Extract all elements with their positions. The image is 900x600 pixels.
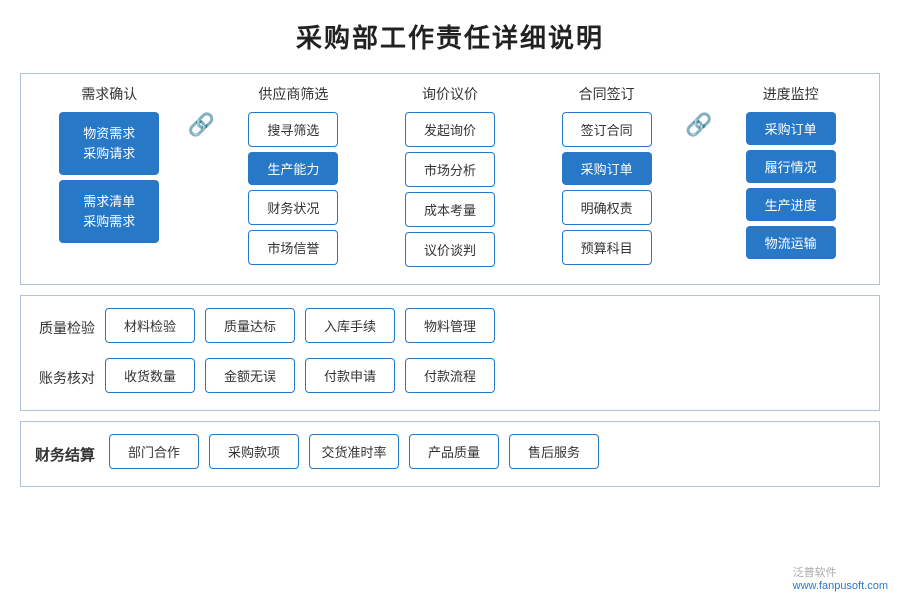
bot-label: 财务结算 [35,444,95,465]
btn-progress-4[interactable]: 物流运输 [746,226,836,259]
connector-2: 🔗 [685,84,712,138]
btn-quality-2[interactable]: 质量达标 [205,308,295,343]
btn-quality-1[interactable]: 材料检验 [105,308,195,343]
btn-account-1[interactable]: 收货数量 [105,358,195,393]
mid-row-account: 账务核对 收货数量 金额无误 付款申请 付款流程 [35,358,865,398]
btn-inquiry-3[interactable]: 成本考量 [405,192,495,227]
btn-quality-4[interactable]: 物料管理 [405,308,495,343]
col-contract-header: 合同签订 [579,84,635,104]
btn-inquiry-4[interactable]: 议价谈判 [405,232,495,267]
btn-progress-2[interactable]: 履行情况 [746,150,836,183]
mid-label-account: 账务核对 [35,368,95,388]
btn-progress-1[interactable]: 采购订单 [746,112,836,145]
mid-label-quality: 质量检验 [35,318,95,338]
btn-bot-3[interactable]: 交货准时率 [309,434,399,469]
mid-buttons-quality: 材料检验 质量达标 入库手续 物料管理 [105,308,495,348]
btn-supplier-1[interactable]: 搜寻筛选 [248,112,338,147]
mid-buttons-account: 收货数量 金额无误 付款申请 付款流程 [105,358,495,398]
btn-inquiry-2[interactable]: 市场分析 [405,152,495,187]
btn-supplier-4[interactable]: 市场信誉 [248,230,338,265]
btn-quality-3[interactable]: 入库手续 [305,308,395,343]
btn-contract-2[interactable]: 采购订单 [562,152,652,185]
bot-row: 财务结算 部门合作 采购款项 交货准时率 产品质量 售后服务 [35,434,865,474]
watermark-text: 泛普软件 [793,567,837,579]
mid-section: 质量检验 材料检验 质量达标 入库手续 物料管理 账务核对 收货数量 金额无误 … [20,295,880,411]
col-inquiry-header: 询价议价 [422,84,478,104]
btn-bot-5[interactable]: 售后服务 [509,434,599,469]
btn-bot-4[interactable]: 产品质量 [409,434,499,469]
btn-bot-2[interactable]: 采购款项 [209,434,299,469]
page-title: 采购部工作责任详细说明 [20,18,880,55]
col-contract: 合同签订 签订合同 采购订单 明确权责 预算科目 [528,84,685,270]
col-supplier-header: 供应商筛选 [258,84,328,104]
btn-contract-4[interactable]: 预算科目 [562,230,652,265]
watermark-site: www.fanpusoft.com [793,580,888,592]
btn-contract-1[interactable]: 签订合同 [562,112,652,147]
bot-section: 财务结算 部门合作 采购款项 交货准时率 产品质量 售后服务 [20,421,880,487]
btn-demand-2[interactable]: 需求清单采购需求 [59,180,159,243]
col-demand-header: 需求确认 [81,84,137,104]
btn-contract-3[interactable]: 明确权责 [562,190,652,225]
col-supplier: 供应商筛选 搜寻筛选 生产能力 财务状况 市场信誉 [215,84,372,270]
top-section: 需求确认 物资需求采购请求 需求清单采购需求 🔗 供应商筛选 搜寻筛选 生产能力… [20,73,880,285]
btn-supplier-2[interactable]: 生产能力 [248,152,338,185]
col-inquiry: 询价议价 发起询价 市场分析 成本考量 议价谈判 [372,84,529,272]
btn-account-2[interactable]: 金额无误 [205,358,295,393]
connector-1: 🔗 [188,84,215,138]
col-demand: 需求确认 物资需求采购请求 需求清单采购需求 [31,84,188,248]
col-progress-header: 进度监控 [763,84,819,104]
btn-progress-3[interactable]: 生产进度 [746,188,836,221]
col-progress: 进度监控 采购订单 履行情况 生产进度 物流运输 [712,84,869,264]
btn-bot-1[interactable]: 部门合作 [109,434,199,469]
btn-account-4[interactable]: 付款流程 [405,358,495,393]
btn-inquiry-1[interactable]: 发起询价 [405,112,495,147]
btn-account-3[interactable]: 付款申请 [305,358,395,393]
btn-supplier-3[interactable]: 财务状况 [248,190,338,225]
mid-row-quality: 质量检验 材料检验 质量达标 入库手续 物料管理 [35,308,865,348]
btn-demand-1[interactable]: 物资需求采购请求 [59,112,159,175]
watermark: 泛普软件 www.fanpusoft.com [793,564,888,592]
